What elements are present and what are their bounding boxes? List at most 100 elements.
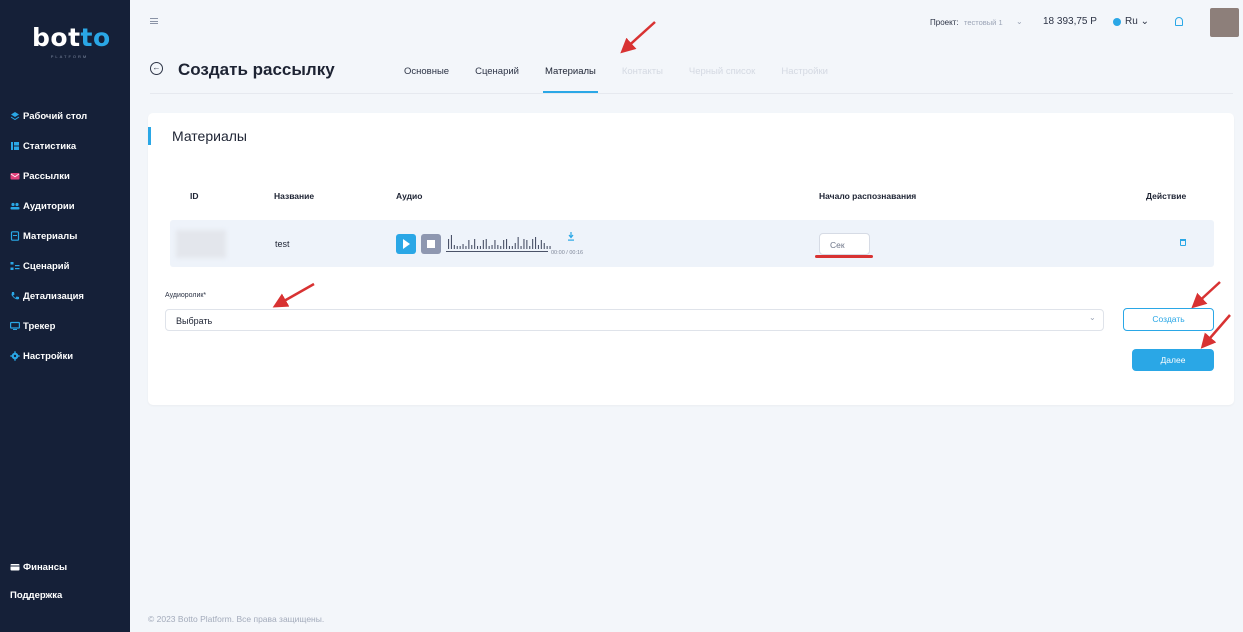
recognition-start-input[interactable]: Сек [819,233,870,255]
sidebar-item-label: Настройки [23,350,74,362]
tab-contacts: Контакты [621,66,663,77]
chevron-down-icon[interactable]: ⌄ [1089,313,1096,322]
audio-select[interactable] [165,309,1104,331]
mail-icon [10,173,20,180]
waveform-bar [450,235,452,249]
waveform-bar [540,240,542,249]
waveform-bar [471,245,473,249]
waveform-bar [465,246,467,249]
tab-materials[interactable]: Материалы [542,66,598,93]
waveform-bar [459,246,461,249]
project-select[interactable]: тестовый 1 [964,18,1003,27]
waveform-bar [479,246,481,249]
waveform-bar [453,245,455,249]
tab-scenario[interactable]: Сценарий [475,66,519,92]
sidebar-item-details[interactable]: Детализация [10,281,87,311]
trash-icon[interactable] [1180,239,1186,246]
sidebar-item-label: Рассылки [23,170,70,182]
sidebar-item-settings[interactable]: Настройки [10,341,87,371]
phone-icon [11,292,19,300]
logo[interactable]: botto PLATFORM [32,24,112,60]
sidebar-item-label: Сценарий [23,260,70,272]
sidebar-item-audiences[interactable]: Аудитории [10,191,87,221]
audio-time: 00:00 / 00:16 [551,250,584,256]
id-cell-blurred [176,230,226,258]
sidebar-item-tracker[interactable]: Трекер [10,311,87,341]
waveform-bar [503,240,505,249]
waveform-bar [543,243,545,249]
waveform-bar [500,246,502,249]
sidebar-item-label: Рабочий стол [23,110,88,122]
sidebar-item-dashboard[interactable]: Рабочий стол [10,101,87,131]
gear-icon [10,351,20,361]
sidebar-item-statistics[interactable]: Статистика [10,131,87,161]
audio-progress-track[interactable] [446,251,548,252]
language-select[interactable]: Ru ⌄ [1125,16,1149,27]
wallet-icon [10,564,20,571]
column-header-name: Название [274,191,315,201]
waveform-bar [514,243,516,249]
table-row [170,220,1214,267]
sidebar-item-support[interactable]: Поддержка [10,581,67,609]
waveform-bar [532,239,534,249]
waveform-bar [549,246,551,249]
play-button[interactable] [396,234,416,254]
waveform-bar [537,245,539,249]
waveform-bar [506,239,508,249]
avatar[interactable] [1210,8,1239,37]
tab-settings: Настройки [781,66,828,77]
stop-button[interactable] [421,234,441,254]
sidebar-item-scenario[interactable]: Сценарий [10,251,87,281]
sidebar: botto PLATFORM Рабочий стол Статистика Р… [0,0,130,632]
sidebar-item-label: Финансы [23,561,68,573]
users-icon [10,202,20,210]
column-header-audio: Аудио [396,191,423,201]
waveform-bar [529,246,531,249]
section-title: Материалы [172,128,247,144]
bell-icon[interactable] [1175,17,1183,26]
waveform-bar [497,245,499,249]
waveform-bar [462,244,464,249]
tab-main[interactable]: Основные [404,66,449,92]
file-icon [10,231,20,241]
logo-subtitle: PLATFORM [50,54,89,59]
tabs: Основные Сценарий Материалы Контакты Чер… [404,66,854,93]
sidebar-item-label: Трекер [23,320,56,332]
menu-icon[interactable] [150,18,158,24]
back-icon[interactable]: ← [150,62,163,75]
topbar: Проект: тестовый 1 ⌄ 18 393,75 Р Ru ⌄ [130,0,1243,42]
waveform-bar [482,240,484,249]
globe-icon [1113,18,1121,26]
monitor-icon [10,321,20,330]
waveform-bar [526,240,528,249]
waveform-bar [508,246,510,249]
waveform-bar [535,237,537,249]
waveform-bar [491,245,493,249]
waveform-bar [511,246,513,249]
sidebar-item-mailings[interactable]: Рассылки [10,161,87,191]
section-accent [148,127,151,145]
waveform-bar [468,240,470,249]
sidebar-item-label: Аудитории [23,200,75,212]
download-icon[interactable] [568,232,574,241]
sidebar-bottom: Финансы Поддержка [10,553,67,609]
waveform-bar [488,246,490,249]
layers-icon [10,112,20,121]
tab-blacklist: Черный список [688,66,756,77]
column-header-recognition-start: Начало распознавания [819,191,917,201]
column-header-action: Действие [1146,191,1187,201]
sidebar-item-label: Материалы [23,230,78,242]
waveform-bar [456,246,458,249]
sidebar-item-label: Детализация [23,290,84,302]
footer-copyright: © 2023 Botto Platform. Все права защищен… [148,614,325,624]
next-button[interactable]: Далее [1132,349,1214,371]
waveform-bar [546,246,548,249]
page-title: Создать рассылку [178,60,335,79]
column-header-id: ID [190,191,199,201]
balance: 18 393,75 Р [1043,16,1097,27]
chevron-down-icon[interactable]: ⌄ [1016,17,1023,26]
create-button[interactable]: Создать [1123,308,1214,331]
material-name: test [275,239,290,249]
sidebar-item-finance[interactable]: Финансы [10,553,67,581]
sidebar-item-materials[interactable]: Материалы [10,221,87,251]
